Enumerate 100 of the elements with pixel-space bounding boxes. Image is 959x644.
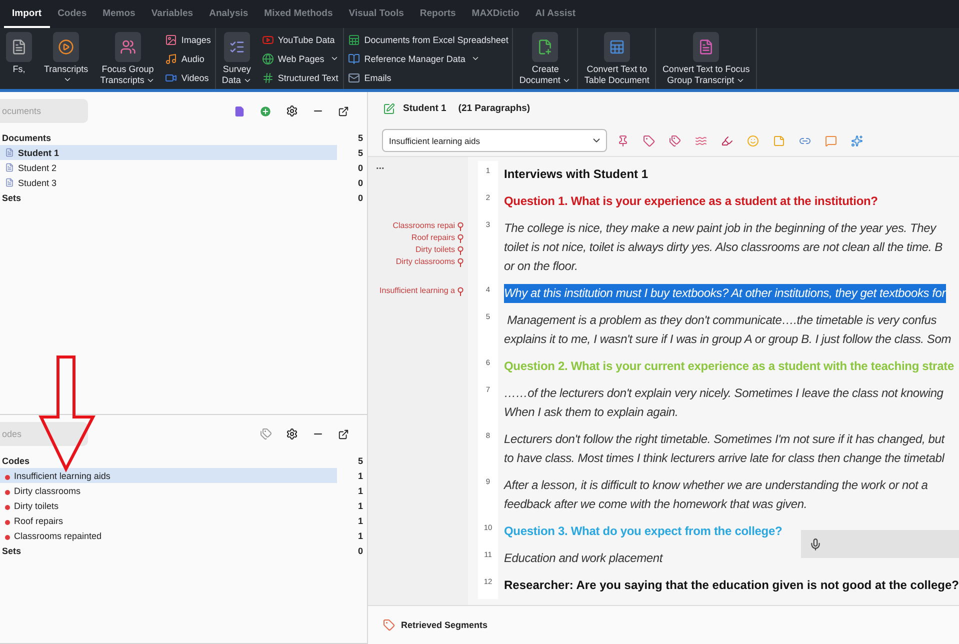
- document-icon[interactable]: [234, 106, 245, 116]
- ribbon-button[interactable]: Create Document: [519, 32, 572, 86]
- document-plus-icon: [537, 39, 554, 55]
- count: 0: [358, 178, 363, 188]
- count: 0: [358, 162, 363, 172]
- ribbon-button[interactable]: Transcripts: [44, 32, 88, 84]
- ribbon-button[interactable]: Reference Manager Data: [348, 50, 508, 67]
- count: 0: [358, 546, 363, 556]
- question-text: Question 1. What is your experience as a student at the institution?: [504, 193, 878, 210]
- count: 1: [358, 516, 363, 526]
- ribbon-button[interactable]: Focus Group Transcripts: [100, 32, 156, 86]
- count: 1: [358, 500, 363, 510]
- coding-stripe-icon: [457, 221, 464, 231]
- envelope-icon: [348, 72, 360, 84]
- sparkle-icon[interactable]: [851, 134, 863, 146]
- ribbon-tab[interactable]: Reports: [412, 0, 464, 28]
- ribbon-button[interactable]: Images: [165, 31, 211, 48]
- count: 5: [358, 456, 363, 466]
- comment-icon[interactable]: [825, 134, 837, 146]
- count: 1: [358, 470, 363, 480]
- paragraph-text: to have class. Most times I think lecturers arrive late for class then change the timetabl: [504, 450, 944, 467]
- ribbon-button[interactable]: Emails: [348, 69, 508, 86]
- code-stripe-label[interactable]: Classrooms repai: [392, 220, 464, 232]
- count: 1: [358, 486, 363, 496]
- ribbon-button[interactable]: Structured Text: [262, 69, 340, 86]
- more-menu[interactable]: ...: [376, 161, 384, 172]
- code-pin-icon[interactable]: [617, 134, 629, 146]
- ribbon-button[interactable]: Survey Data: [222, 32, 252, 86]
- paragraph-text: When I ask them to explain again.: [504, 404, 678, 421]
- document-heading: Interviews with Student 1: [504, 166, 648, 183]
- undock-icon[interactable]: [338, 428, 349, 440]
- caret-icon: [330, 54, 340, 63]
- ribbon-button[interactable]: Documents from Excel Spreadsheet: [348, 31, 508, 48]
- ribbon-tab[interactable]: AI Assist: [527, 0, 584, 28]
- paragraph-text: The college is nice, they make a new paint job in the beginning of the year yes. They: [504, 220, 936, 237]
- video-play-icon: [262, 34, 274, 46]
- tag-icon[interactable]: [260, 428, 272, 440]
- ribbon-tab[interactable]: Visual Tools: [340, 0, 412, 28]
- count: 0: [358, 192, 363, 202]
- ribbon-button[interactable]: Convert Text to Focus Group Transcript: [662, 32, 750, 86]
- caret-icon: [242, 76, 252, 85]
- add-icon[interactable]: [259, 104, 272, 118]
- music-note-icon: [165, 52, 178, 64]
- paragraph-text: explains it to me, I wasn't sure if I was in group A or group B. I just follow the class. Som: [504, 331, 952, 348]
- book-icon: [348, 52, 360, 64]
- ribbon-button[interactable]: Convert Text to Table Document: [584, 32, 650, 86]
- question-text: Question 2. What is your current experience as a student with the teaching strate: [504, 358, 954, 375]
- question-text: Question 3. What do you expect from the college?: [504, 523, 782, 540]
- edit-icon[interactable]: [383, 102, 395, 114]
- people-icon: [120, 39, 136, 55]
- wave-icon[interactable]: [695, 134, 707, 146]
- ribbon-button[interactable]: YouTube Data: [262, 31, 340, 48]
- microphone-icon[interactable]: [809, 538, 822, 550]
- hash-icon: [262, 72, 274, 84]
- caret-icon: [471, 54, 480, 63]
- caret-icon: [736, 76, 746, 85]
- code-dropdown[interactable]: Insufficient learning aids: [382, 129, 607, 152]
- coding-stripe-icon: [457, 233, 464, 243]
- paragraph-text: or on the floor.: [504, 258, 578, 275]
- globe-icon: [262, 52, 274, 64]
- coding-stripe-icon: [457, 245, 464, 255]
- code-stripe-label[interactable]: Roof repairs: [411, 232, 464, 244]
- paragraph-text: toilet is not nice, toilet is always dirty yes. Also classrooms are not clean all the time. B: [504, 239, 942, 256]
- document-icon: [11, 39, 27, 55]
- ribbon-button[interactable]: Videos: [165, 69, 211, 86]
- coding-stripe-icon: [457, 286, 464, 296]
- count: 5: [358, 148, 363, 158]
- paragraph-text: feedback after we come with the homework that was given.: [504, 496, 807, 513]
- highlighter-icon[interactable]: [721, 134, 733, 146]
- ribbon-tab[interactable]: Codes: [50, 0, 95, 28]
- table-document-icon: [608, 39, 625, 55]
- paragraph-count: (21 Paragraphs): [458, 103, 530, 114]
- ribbon-button[interactable]: Audio: [165, 50, 211, 67]
- ribbon-tab[interactable]: Mixed Methods: [256, 0, 341, 28]
- ribbon-tab[interactable]: Memos: [94, 0, 144, 28]
- code-stripe-label[interactable]: Insufficient learning a: [380, 285, 464, 297]
- panel-title: Retrieved Segments: [401, 620, 488, 630]
- search-field[interactable]: odes: [0, 422, 88, 446]
- code-stripe-label[interactable]: Dirty toilets: [415, 244, 464, 256]
- document-icon: [5, 163, 14, 172]
- caret-icon: [562, 76, 572, 85]
- ribbon-tab[interactable]: Analysis: [201, 0, 256, 28]
- paragraph-text: Education and work placement: [504, 550, 662, 567]
- code-stripe-label[interactable]: Dirty classrooms: [396, 256, 464, 268]
- search-field[interactable]: ocuments: [0, 99, 88, 123]
- count: 5: [358, 132, 363, 142]
- ribbon-tab[interactable]: MAXDictio: [464, 0, 528, 28]
- settings-icon[interactable]: [286, 105, 298, 117]
- caret-icon: [146, 76, 156, 85]
- settings-icon[interactable]: [286, 428, 298, 440]
- undock-icon[interactable]: [338, 106, 349, 116]
- ribbon-tab[interactable]: Variables: [143, 0, 202, 28]
- document-icon: [5, 178, 14, 187]
- paragraph-text: Why at this institution must I buy textbooks? At other institutions, they get textbooks for: [504, 284, 946, 303]
- coding-stripe-icon: [457, 257, 464, 267]
- document-icon: [698, 39, 714, 55]
- document-title: Student 1: [403, 103, 446, 114]
- ribbon-button[interactable]: Web Pages: [262, 50, 340, 67]
- list-icon: [228, 39, 245, 55]
- image-icon: [165, 34, 178, 46]
